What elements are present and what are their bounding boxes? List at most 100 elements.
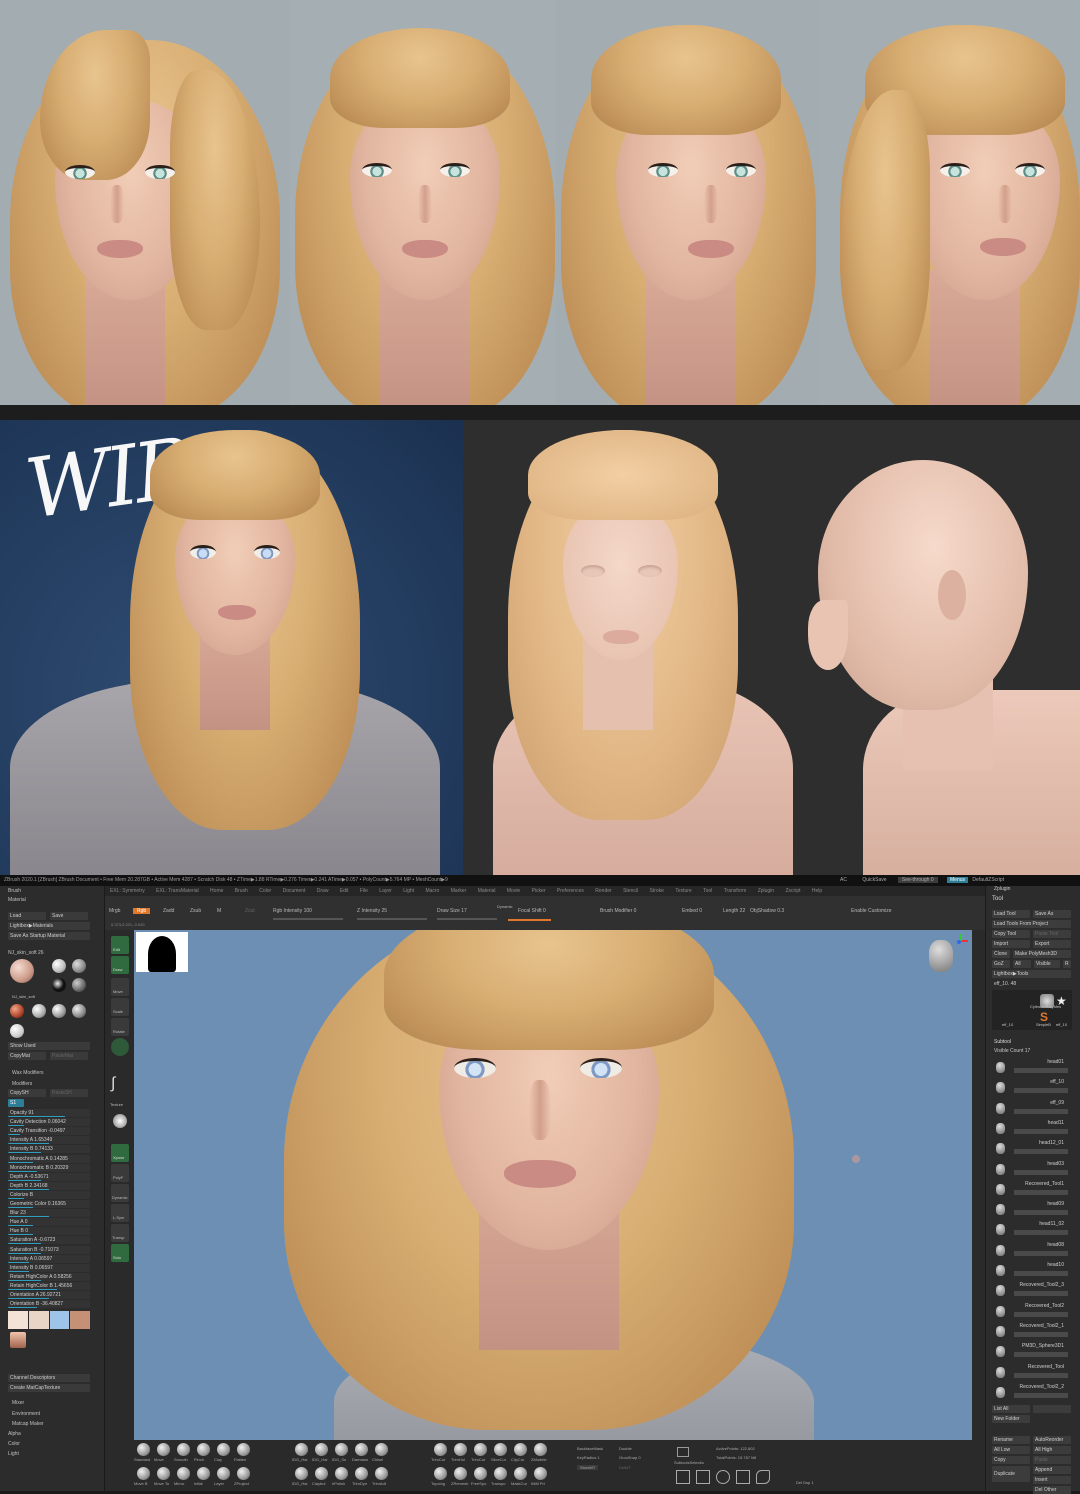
modifier-slider[interactable]: Blur 23 [8, 1209, 90, 1218]
duplicate-button[interactable]: Duplicate [992, 1466, 1030, 1482]
focal-shift-track[interactable] [508, 919, 551, 921]
brush-button[interactable] [454, 1443, 467, 1456]
reference-thumbnail[interactable] [136, 932, 188, 972]
color-swatch[interactable] [70, 1311, 90, 1329]
menu-item[interactable]: EXL: TransMaterial [156, 888, 199, 894]
modifier-slider[interactable]: Monochromatic A 0.14285 [8, 1154, 90, 1163]
rename-button[interactable]: Rename [992, 1436, 1030, 1444]
load-tools-from-project-button[interactable]: Load Tools From Project [992, 920, 1071, 928]
subtool-visibility-bar[interactable] [1014, 1169, 1068, 1175]
subtool-item[interactable]: head03 [992, 1160, 1072, 1180]
material-swatch[interactable] [10, 1024, 24, 1038]
subtool-item[interactable]: head09 [992, 1200, 1072, 1220]
lightbox-tools-button[interactable]: Lightbox▶Tools [992, 970, 1071, 978]
menu-item[interactable]: Tool [703, 888, 712, 894]
material-swatch[interactable] [72, 1004, 86, 1018]
brush-button[interactable] [355, 1443, 368, 1456]
material-swatch[interactable] [52, 959, 66, 973]
frame-button[interactable] [111, 1038, 129, 1056]
axis-gizmo-icon[interactable] [954, 934, 968, 948]
rgb-intensity-track[interactable] [273, 918, 343, 920]
subtool-visibility-bar[interactable] [1014, 1372, 1068, 1378]
light-palette-header[interactable]: Light [8, 1451, 19, 1457]
mrgb-button[interactable]: Mrgb [109, 908, 120, 914]
show-used-button[interactable]: Show Used [8, 1042, 90, 1050]
brush-button[interactable] [434, 1467, 447, 1480]
export-button[interactable]: Export [1033, 940, 1071, 948]
brush-button[interactable] [197, 1443, 210, 1456]
brush-button[interactable] [335, 1467, 348, 1480]
rect-icon[interactable] [736, 1470, 750, 1484]
rgb-intensity-slider[interactable]: Rgb Intensity 100 [273, 908, 312, 914]
drag-icon[interactable] [696, 1470, 710, 1484]
freehand-icon[interactable] [676, 1470, 690, 1484]
embed-slider[interactable]: Embed 0 [682, 908, 702, 914]
subtool-visibility-bar[interactable] [1014, 1352, 1068, 1358]
stroke-icon[interactable]: ∫ [111, 1075, 129, 1093]
menu-item[interactable]: Edit [340, 888, 349, 894]
zcut-button[interactable]: Zcut [245, 908, 255, 914]
modifier-slider[interactable]: Hue B 0 [8, 1227, 90, 1236]
shader-s1-button[interactable]: S1 [8, 1099, 24, 1107]
grou-snap-slider[interactable]: GrouSnap 0 [619, 1455, 641, 1460]
brush-button[interactable] [494, 1443, 507, 1456]
menu-item[interactable]: Render [595, 888, 611, 894]
enable-customize-button[interactable]: Enable Customize [851, 908, 892, 914]
material-swatch-current[interactable] [10, 959, 34, 983]
rgb-button[interactable]: Rgb [133, 908, 151, 914]
new-folder-button[interactable]: New Folder [992, 1415, 1030, 1423]
modifier-slider[interactable]: Cavity Detection 0.06042 [8, 1118, 90, 1127]
brush-button[interactable] [237, 1467, 250, 1480]
draw-size-track[interactable] [437, 918, 497, 920]
modifier-slider[interactable]: Saturation B -0.71073 [8, 1245, 90, 1254]
subtool-item[interactable]: head08 [992, 1241, 1072, 1261]
zplugin-header[interactable]: Zplugin [994, 886, 1010, 892]
canvas-viewport[interactable] [134, 930, 972, 1440]
obj-shadow-slider[interactable]: ObjShadow 0.3 [750, 908, 784, 914]
modifier-slider[interactable]: Opacity 91 [8, 1109, 90, 1117]
modifier-slider[interactable]: Colorize B [8, 1190, 90, 1199]
del-other-button[interactable]: Del Other [1033, 1486, 1071, 1494]
brush-modifier-slider[interactable]: Brush Modifier 0 [600, 908, 636, 914]
load-tool-button[interactable]: Load Tool [992, 910, 1030, 918]
subtool-item[interactable]: Recovered_Tool2 [992, 1302, 1072, 1322]
subtool-item[interactable]: head11 [992, 1119, 1072, 1139]
menu-item[interactable]: EXL: Symmetry [110, 888, 145, 894]
menu-item[interactable]: Zscript [785, 888, 800, 894]
brush-button[interactable] [137, 1443, 150, 1456]
wax-modifiers-header[interactable]: Wax Modifiers [12, 1070, 44, 1076]
navigation-gizmo-head-icon[interactable] [929, 940, 953, 972]
key-radius-slider[interactable]: KeyRadius 1 [577, 1455, 600, 1460]
paste-mat-button[interactable]: PasteMat [50, 1052, 88, 1060]
subtool-visibility-bar[interactable] [1014, 1088, 1068, 1094]
brush-button[interactable] [355, 1467, 368, 1480]
modifier-slider[interactable]: Intensity A 0.06597 [8, 1254, 90, 1263]
menu-item[interactable]: Home [210, 888, 223, 894]
subtool-item[interactable]: head01 [992, 1058, 1072, 1078]
color-palette-header[interactable]: Color [8, 1441, 20, 1447]
subtool-item[interactable]: Recovered_Tool1 [992, 1180, 1072, 1200]
brush-button[interactable] [137, 1467, 150, 1480]
transp-button[interactable]: Transp [111, 1224, 129, 1242]
brush-button[interactable] [375, 1467, 388, 1480]
brush-button[interactable] [177, 1467, 190, 1480]
modifier-slider[interactable]: Orientation A 26.92721 [8, 1291, 90, 1299]
create-matcap-button[interactable]: Create MatCapTexture [8, 1384, 90, 1392]
menu-item[interactable]: Marker [451, 888, 467, 894]
modifier-slider[interactable]: Geometric Color 0.16365 [8, 1200, 90, 1208]
modifier-slider[interactable]: Cavity Transition -0.0497 [8, 1127, 90, 1136]
subtool-item[interactable]: Recovered_Tool [992, 1363, 1072, 1383]
brush-button[interactable] [157, 1443, 170, 1456]
import-button[interactable]: Import [992, 940, 1030, 948]
brush-button[interactable] [534, 1467, 547, 1480]
save-startup-material-button[interactable]: Save As Startup Material [8, 932, 90, 940]
subtool-visibility-bar[interactable] [1014, 1331, 1068, 1337]
color-swatch[interactable] [8, 1311, 28, 1329]
modifier-slider[interactable]: Retain HighColor B 1.45656 [8, 1281, 90, 1290]
alpha-thumb[interactable] [113, 1114, 127, 1128]
subtool-visibility-bar[interactable] [1014, 1311, 1068, 1317]
modifier-slider[interactable]: Saturation A -0.6723 [8, 1236, 90, 1245]
subtool-visibility-bar[interactable] [1014, 1128, 1068, 1134]
move-button[interactable]: Move [111, 978, 129, 996]
brush-button[interactable] [295, 1467, 308, 1480]
